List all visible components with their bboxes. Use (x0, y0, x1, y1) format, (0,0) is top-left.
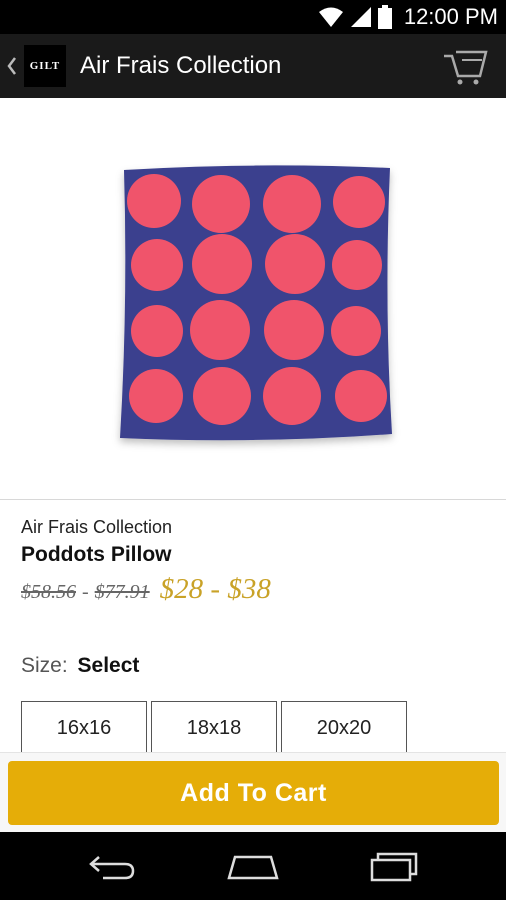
status-time: 12:00 PM (403, 4, 498, 29)
size-option-20x20[interactable]: 20x20 (281, 701, 407, 759)
size-option-16x16[interactable]: 16x16 (21, 701, 147, 759)
size-value: Select (77, 654, 140, 677)
price-separator: - (82, 581, 89, 603)
back-button[interactable] (2, 34, 22, 98)
recent-apps-icon (370, 852, 418, 882)
divider (0, 499, 506, 500)
size-selector-label: Size: Select (21, 654, 139, 678)
back-arrow-icon (89, 856, 135, 880)
cart-panel: Add To Cart (0, 752, 506, 832)
wifi-icon (318, 7, 343, 27)
size-option-18x18[interactable]: 18x18 (151, 701, 277, 759)
page-title: Air Frais Collection (80, 52, 282, 79)
signal-icon (350, 7, 371, 27)
system-nav-bar (0, 832, 506, 900)
back-nav-button[interactable] (82, 846, 142, 886)
product-image[interactable] (0, 98, 506, 500)
battery-icon (377, 5, 392, 29)
product-name: Poddots Pillow (21, 543, 172, 566)
chevron-left-icon (7, 57, 16, 75)
home-icon (227, 855, 279, 880)
status-icons: 12:00 PM (318, 0, 498, 34)
app-bar: GILT Air Frais Collection (0, 34, 506, 98)
pillow-image (120, 165, 392, 441)
size-options: 16x16 18x18 20x20 (21, 701, 407, 759)
price-row: $58.56 - $77.91 $28 - $38 (21, 573, 271, 606)
original-price-high: $77.91 (94, 581, 150, 603)
sale-price: $28 - $38 (159, 573, 271, 605)
home-nav-button[interactable] (223, 846, 283, 886)
original-price-low: $58.56 (21, 581, 76, 603)
recents-nav-button[interactable] (364, 846, 424, 886)
status-bar: 12:00 PM (0, 0, 506, 34)
size-label: Size: (21, 654, 68, 677)
add-to-cart-button[interactable]: Add To Cart (8, 761, 499, 825)
brand-name[interactable]: Air Frais Collection (21, 517, 172, 538)
cart-icon[interactable] (442, 46, 490, 86)
gilt-logo[interactable]: GILT (24, 45, 66, 87)
